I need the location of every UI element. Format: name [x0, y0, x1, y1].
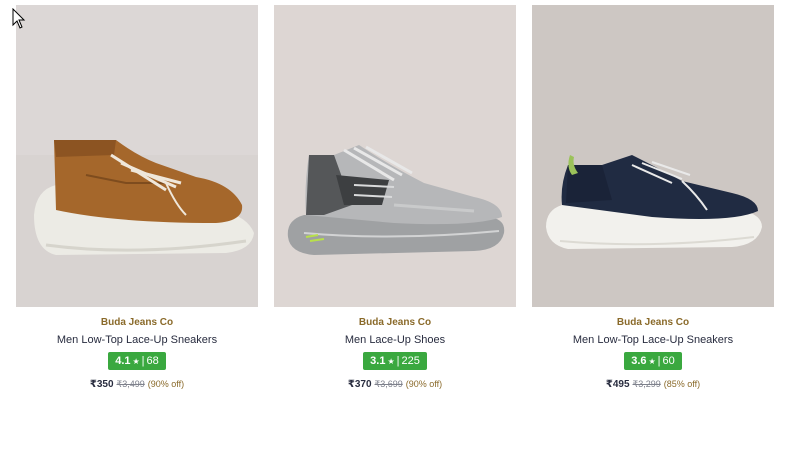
discount-text: (85% off) — [663, 379, 701, 389]
price-row: ₹495 ₹3,299 (85% off) — [606, 379, 700, 390]
brand-name: Buda Jeans Co — [616, 317, 690, 328]
product-card[interactable]: Buda Jeans Co Men Lace-Up Shoes 3.1 ★ | … — [274, 5, 516, 390]
star-icon: ★ — [648, 356, 656, 366]
rating-separator: | — [657, 355, 661, 367]
price-row: ₹350 ₹3,499 (90% off) — [90, 379, 184, 390]
original-price: ₹3,699 — [374, 379, 403, 389]
star-icon: ★ — [387, 356, 395, 366]
product-card[interactable]: Buda Jeans Co Men Low-Top Lace-Up Sneake… — [16, 5, 258, 390]
product-title[interactable]: Men Low-Top Lace-Up Sneakers — [57, 334, 217, 346]
product-image[interactable] — [532, 5, 774, 307]
selling-price: ₹495 — [605, 379, 630, 390]
product-image[interactable] — [274, 5, 516, 307]
rating-value: 3.1 — [370, 355, 386, 367]
rating-count: 60 — [662, 355, 675, 367]
grey-sneaker-image — [274, 5, 516, 307]
star-icon: ★ — [132, 356, 140, 366]
rating-separator: | — [141, 355, 145, 367]
rating-badge: 4.1 ★ | 68 — [108, 352, 166, 370]
original-price: ₹3,299 — [632, 379, 661, 389]
rating-value: 3.6 — [631, 355, 647, 367]
selling-price: ₹370 — [347, 379, 372, 390]
price-row: ₹370 ₹3,699 (90% off) — [348, 379, 442, 390]
brand-name: Buda Jeans Co — [100, 317, 174, 328]
brown-sneaker-image — [16, 5, 258, 307]
rating-count: 225 — [401, 355, 420, 367]
product-card[interactable]: Buda Jeans Co Men Low-Top Lace-Up Sneake… — [532, 5, 774, 390]
rating-separator: | — [396, 355, 400, 367]
navy-sneaker-image — [532, 5, 774, 307]
discount-text: (90% off) — [405, 379, 443, 389]
product-title[interactable]: Men Lace-Up Shoes — [345, 334, 445, 346]
discount-text: (90% off) — [147, 379, 185, 389]
rating-count: 68 — [146, 355, 159, 367]
product-grid: Buda Jeans Co Men Low-Top Lace-Up Sneake… — [16, 5, 774, 390]
rating-badge: 3.1 ★ | 225 — [363, 352, 427, 370]
selling-price: ₹350 — [89, 379, 114, 390]
rating-value: 4.1 — [115, 355, 131, 367]
rating-badge: 3.6 ★ | 60 — [624, 352, 682, 370]
product-title[interactable]: Men Low-Top Lace-Up Sneakers — [573, 334, 733, 346]
mouse-cursor-icon — [12, 8, 26, 29]
brand-name: Buda Jeans Co — [358, 317, 432, 328]
product-image[interactable] — [16, 5, 258, 307]
original-price: ₹3,499 — [116, 379, 145, 389]
